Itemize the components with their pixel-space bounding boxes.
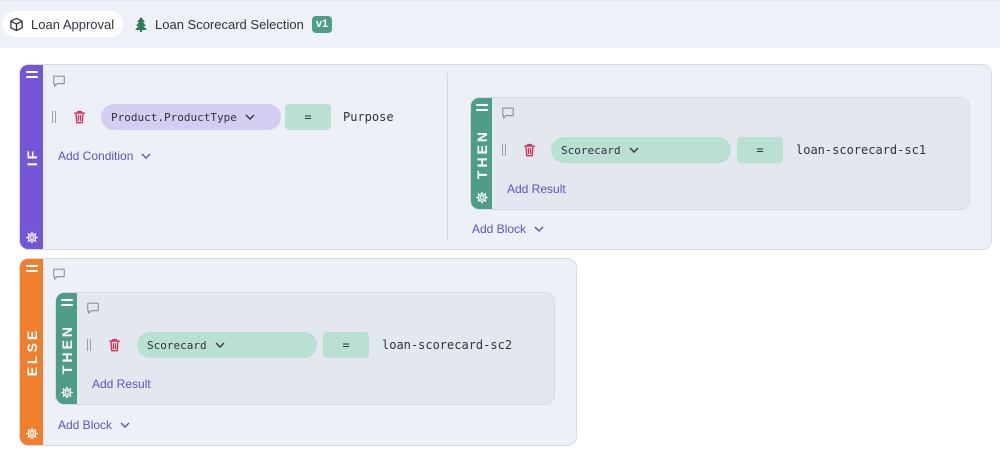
condition-field-value: Product.ProductType — [111, 110, 237, 124]
row-drag-handle[interactable] — [52, 111, 56, 123]
condition-value-input[interactable]: Purpose — [343, 104, 394, 130]
then-label: THEN — [473, 128, 490, 179]
then-block-1: THEN Scorecard = loan-scorecard-sc1 Add … — [470, 97, 970, 210]
cube-icon — [10, 17, 23, 31]
gear-icon[interactable] — [25, 427, 38, 440]
add-block-button[interactable]: Add Block — [58, 418, 130, 432]
if-then-divider — [447, 73, 448, 241]
gear-icon[interactable] — [60, 386, 73, 399]
comment-icon[interactable] — [501, 106, 515, 120]
add-result-label: Add Result — [507, 182, 566, 196]
add-result-label: Add Result — [92, 377, 151, 391]
operator-label: = — [304, 110, 312, 124]
gear-icon[interactable] — [25, 231, 38, 244]
result-value-input[interactable]: loan-scorecard-sc1 — [796, 137, 926, 163]
breadcrumb-label: Loan Scorecard Selection — [155, 16, 304, 32]
else-block: ELSE THEN Scorecard = loan-scorecard-sc2… — [19, 258, 577, 446]
trash-icon[interactable] — [108, 338, 121, 352]
comment-icon[interactable] — [52, 267, 66, 281]
if-block: IF Product.ProductType = Purpose Add Con… — [19, 64, 992, 250]
tree-icon — [135, 17, 147, 32]
if-side-bar[interactable]: IF — [20, 65, 43, 249]
chevron-down-icon — [141, 153, 151, 159]
breadcrumb-loan-scorecard-selection[interactable]: Loan Scorecard Selection v1 — [130, 11, 336, 37]
result-operator-select[interactable]: = — [737, 137, 783, 163]
chevron-down-icon — [629, 147, 639, 153]
top-bar: Loan Approval Loan Scorecard Selection v… — [0, 0, 1000, 48]
add-condition-label: Add Condition — [58, 149, 134, 163]
gear-icon[interactable] — [475, 191, 488, 204]
drag-handle-icon[interactable] — [60, 299, 73, 309]
else-label: ELSE — [23, 327, 40, 377]
then-block-2: THEN Scorecard = loan-scorecard-sc2 Add … — [55, 292, 555, 405]
breadcrumb-label: Loan Approval — [31, 16, 115, 32]
then-side-bar[interactable]: THEN — [56, 293, 77, 404]
comment-icon[interactable] — [86, 301, 100, 315]
trash-icon[interactable] — [523, 143, 536, 157]
chevron-down-icon — [245, 114, 255, 120]
result-field-select[interactable]: Scorecard — [551, 137, 731, 163]
then-label: THEN — [58, 323, 75, 374]
else-side-bar[interactable]: ELSE — [20, 259, 43, 445]
drag-handle-icon[interactable] — [25, 71, 38, 81]
trash-icon[interactable] — [73, 110, 86, 124]
breadcrumb-loan-approval[interactable]: Loan Approval — [2, 11, 124, 37]
operator-label: = — [756, 143, 764, 157]
result-value-input[interactable]: loan-scorecard-sc2 — [382, 332, 512, 358]
operator-label: = — [342, 338, 350, 352]
then-side-bar[interactable]: THEN — [471, 98, 492, 209]
add-result-button[interactable]: Add Result — [92, 377, 151, 391]
condition-field-select[interactable]: Product.ProductType — [101, 104, 281, 130]
row-drag-handle[interactable] — [87, 339, 91, 351]
result-field-value: Scorecard — [561, 143, 621, 157]
result-operator-select[interactable]: = — [323, 332, 369, 358]
row-drag-handle[interactable] — [502, 144, 506, 156]
add-block-label: Add Block — [472, 222, 527, 236]
drag-handle-icon[interactable] — [475, 104, 488, 114]
comment-icon[interactable] — [52, 74, 66, 88]
if-label: IF — [23, 147, 40, 167]
chevron-down-icon — [215, 342, 225, 348]
condition-operator-select[interactable]: = — [285, 104, 331, 130]
drag-handle-icon[interactable] — [25, 265, 38, 275]
result-field-value: Scorecard — [147, 338, 207, 352]
chevron-down-icon — [120, 422, 130, 428]
result-field-select[interactable]: Scorecard — [137, 332, 317, 358]
version-badge: v1 — [311, 15, 333, 33]
add-block-button[interactable]: Add Block — [472, 222, 544, 236]
add-result-button[interactable]: Add Result — [507, 182, 566, 196]
add-block-label: Add Block — [58, 418, 113, 432]
chevron-down-icon — [534, 226, 544, 232]
add-condition-button[interactable]: Add Condition — [58, 149, 151, 163]
